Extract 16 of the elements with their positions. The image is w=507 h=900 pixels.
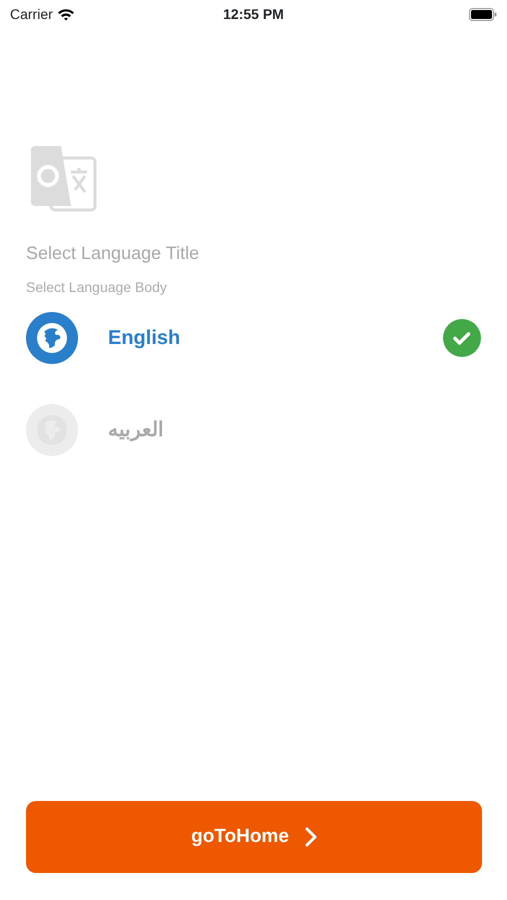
language-label: العربيه — [108, 418, 164, 444]
globe-icon — [26, 404, 78, 456]
carrier-label: Carrier — [10, 4, 53, 24]
clock-time: 12:55 PM — [223, 4, 284, 24]
checkmark-icon — [443, 319, 481, 357]
language-option[interactable]: العربيه — [26, 404, 481, 456]
translate-icon — [31, 146, 97, 212]
chevron-right-icon — [304, 827, 317, 847]
title-text: Select Language Title — [26, 242, 200, 265]
language-option[interactable]: English — [26, 312, 481, 364]
language-label: English — [108, 326, 180, 351]
body-text: Select Language Body — [26, 278, 168, 297]
globe-icon — [26, 312, 78, 364]
battery-icon — [468, 8, 497, 20]
go-to-home-button[interactable]: goToHome — [26, 801, 482, 873]
wifi-icon — [56, 8, 75, 20]
